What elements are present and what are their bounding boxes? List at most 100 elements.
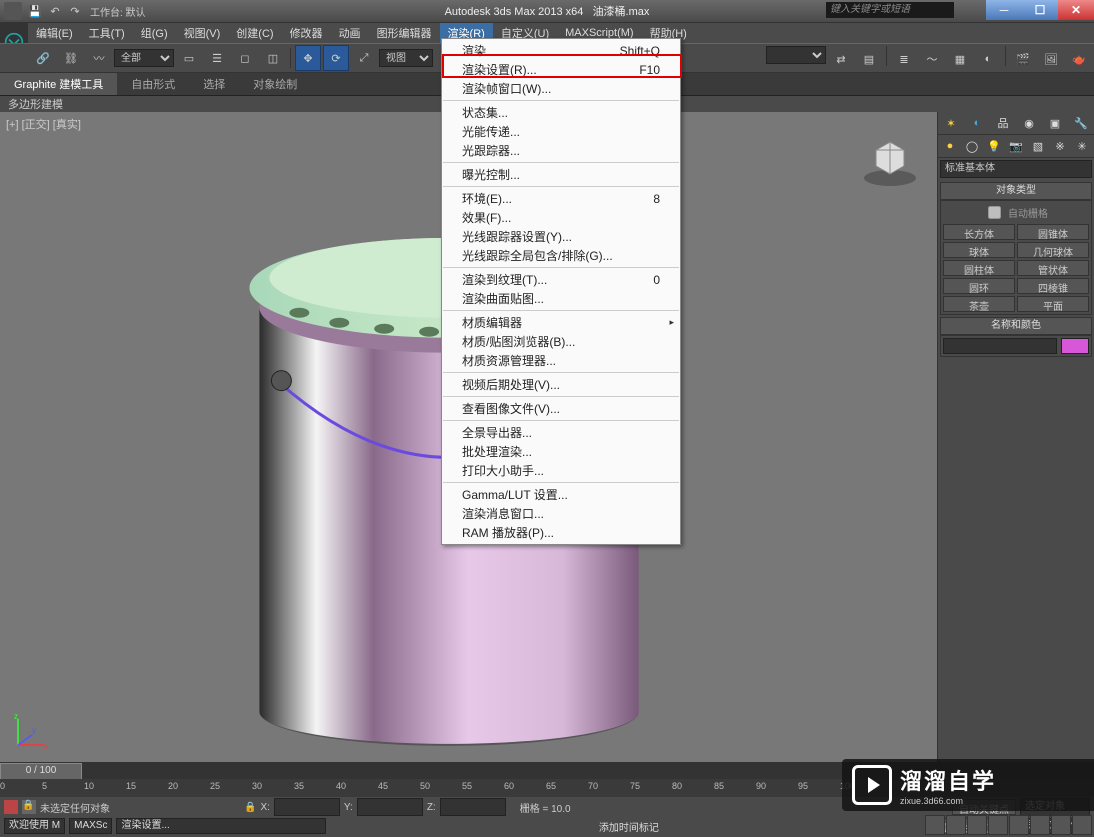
menu-animation[interactable]: 动画: [331, 23, 369, 43]
primitive-button[interactable]: 几何球体: [1017, 242, 1089, 258]
primitive-button[interactable]: 圆锥体: [1017, 224, 1089, 240]
menu-item[interactable]: 光跟踪器...: [442, 141, 680, 160]
ribbon-tab-selection[interactable]: 选择: [189, 73, 239, 95]
rendered-frame-icon[interactable]: 🖼: [1038, 46, 1064, 72]
menu-item[interactable]: 渲染帧窗口(W)...: [442, 79, 680, 98]
cameras-cat-icon[interactable]: 📷: [1006, 137, 1026, 155]
menu-modifiers[interactable]: 修改器: [282, 23, 331, 43]
script-listener-icon[interactable]: [4, 800, 18, 814]
close-button[interactable]: ✕: [1058, 0, 1094, 20]
menu-tools[interactable]: 工具(T): [81, 23, 133, 43]
named-sets-dropdown[interactable]: [766, 46, 826, 64]
motion-tab-icon[interactable]: ◉: [1019, 114, 1039, 132]
nav-pan-icon[interactable]: [925, 815, 945, 835]
rect-region-icon[interactable]: ◻: [232, 45, 258, 71]
menu-item[interactable]: Gamma/LUT 设置...: [442, 485, 680, 504]
select-move-icon[interactable]: ✥: [295, 45, 321, 71]
primitive-button[interactable]: 管状体: [1017, 260, 1089, 276]
bind-spacewarp-icon[interactable]: 〰: [86, 45, 112, 71]
primitive-button[interactable]: 圆环: [943, 278, 1015, 294]
menu-item[interactable]: 渲染设置(R)...F10: [442, 60, 680, 79]
geom-category-dropdown[interactable]: 标准基本体: [940, 160, 1092, 178]
menu-item[interactable]: 状态集...: [442, 103, 680, 122]
menu-item[interactable]: 材质资源管理器...: [442, 351, 680, 370]
rollout-objecttype-title[interactable]: 对象类型: [940, 182, 1092, 200]
rollout-namecolor-title[interactable]: 名称和颜色: [940, 317, 1092, 335]
z-coord-input[interactable]: [440, 798, 506, 816]
menu-item[interactable]: 曝光控制...: [442, 165, 680, 184]
geometry-cat-icon[interactable]: ●: [940, 137, 960, 155]
lock-selection-icon[interactable]: 🔒: [22, 800, 36, 814]
coord-lock-icon[interactable]: 🔒: [244, 802, 256, 813]
object-name-input[interactable]: [943, 338, 1057, 354]
menu-item[interactable]: 环境(E)...8: [442, 189, 680, 208]
ref-coord-dropdown[interactable]: 视图: [379, 49, 433, 67]
align-icon[interactable]: ▤: [856, 46, 882, 72]
y-coord-input[interactable]: [357, 798, 423, 816]
nav-zoomext-icon[interactable]: [1030, 815, 1050, 835]
ribbon-tab-graphite[interactable]: Graphite 建模工具: [0, 73, 117, 95]
hierarchy-tab-icon[interactable]: 品: [993, 114, 1013, 132]
menu-create[interactable]: 创建(C): [228, 23, 281, 43]
nav-minmax-icon[interactable]: [1072, 815, 1092, 835]
primitive-button[interactable]: 平面: [1017, 296, 1089, 312]
select-rotate-icon[interactable]: ⟳: [323, 45, 349, 71]
menu-item[interactable]: 光能传递...: [442, 122, 680, 141]
menu-item[interactable]: 渲染Shift+Q: [442, 41, 680, 60]
menu-views[interactable]: 视图(V): [176, 23, 229, 43]
menu-item[interactable]: 渲染到纹理(T)...0: [442, 270, 680, 289]
primitive-button[interactable]: 长方体: [943, 224, 1015, 240]
primitive-button[interactable]: 圆柱体: [943, 260, 1015, 276]
schematic-view-icon[interactable]: ▦: [947, 46, 973, 72]
menu-item[interactable]: 视频后期处理(V)...: [442, 375, 680, 394]
menu-grapheditors[interactable]: 图形编辑器: [369, 23, 440, 43]
menu-item[interactable]: 材质/贴图浏览器(B)...: [442, 332, 680, 351]
utilities-tab-icon[interactable]: 🔧: [1071, 114, 1091, 132]
mirror-icon[interactable]: ⇄: [828, 46, 854, 72]
viewcube[interactable]: [860, 130, 920, 190]
display-tab-icon[interactable]: ▣: [1045, 114, 1065, 132]
primitive-button[interactable]: 茶壶: [943, 296, 1015, 312]
qat-save-icon[interactable]: 💾: [26, 3, 44, 19]
spacewarps-cat-icon[interactable]: ※: [1050, 137, 1070, 155]
primitive-button[interactable]: 四棱锥: [1017, 278, 1089, 294]
menu-item[interactable]: 打印大小助手...: [442, 461, 680, 480]
select-object-icon[interactable]: ▭: [176, 45, 202, 71]
viewport-label[interactable]: [+] [正交] [真实]: [6, 116, 81, 132]
menu-edit[interactable]: 编辑(E): [28, 23, 81, 43]
render-setup-icon[interactable]: 🎬: [1010, 46, 1036, 72]
maximize-button[interactable]: ☐: [1022, 0, 1058, 20]
menu-item[interactable]: 批处理渲染...: [442, 442, 680, 461]
nav-zoom-icon[interactable]: [946, 815, 966, 835]
ribbon-tab-freeform[interactable]: 自由形式: [117, 73, 189, 95]
menu-item[interactable]: 效果(F)...: [442, 208, 680, 227]
selection-filter-dropdown[interactable]: 全部: [114, 49, 174, 67]
menu-item[interactable]: 材质编辑器: [442, 313, 680, 332]
qat-workspace-dropdown[interactable]: 工作台: 默认: [86, 3, 150, 19]
menu-item[interactable]: 光线跟踪器设置(Y)...: [442, 227, 680, 246]
material-editor-icon[interactable]: ◐: [975, 46, 1001, 72]
layers-icon[interactable]: ≣: [891, 46, 917, 72]
render-production-icon[interactable]: 🫖: [1066, 46, 1092, 72]
primitive-button[interactable]: 球体: [943, 242, 1015, 258]
menu-item[interactable]: 渲染消息窗口...: [442, 504, 680, 523]
window-crossing-icon[interactable]: ◫: [260, 45, 286, 71]
nav-max-icon[interactable]: [988, 815, 1008, 835]
qat-undo-icon[interactable]: ↶: [46, 3, 64, 19]
nav-region-icon[interactable]: [1051, 815, 1071, 835]
helpers-cat-icon[interactable]: ▧: [1028, 137, 1048, 155]
object-color-swatch[interactable]: [1061, 338, 1089, 354]
curve-editor-icon[interactable]: 〜: [919, 46, 945, 72]
add-time-tag[interactable]: 添加时间标记: [599, 819, 659, 834]
lights-cat-icon[interactable]: 💡: [984, 137, 1004, 155]
create-tab-icon[interactable]: ✶: [941, 114, 961, 132]
maxscript-prompt[interactable]: MAXSc: [69, 818, 112, 834]
ribbon-tab-objectpaint[interactable]: 对象绘制: [239, 73, 311, 95]
minimize-button[interactable]: ─: [986, 0, 1022, 20]
select-by-name-icon[interactable]: ☰: [204, 45, 230, 71]
help-search-input[interactable]: 键入关键字或短语: [826, 2, 954, 18]
menu-item[interactable]: 光线跟踪全局包含/排除(G)...: [442, 246, 680, 265]
unlink-icon[interactable]: ⛓: [58, 45, 84, 71]
nav-orbit-icon[interactable]: [967, 815, 987, 835]
systems-cat-icon[interactable]: ✳: [1072, 137, 1092, 155]
